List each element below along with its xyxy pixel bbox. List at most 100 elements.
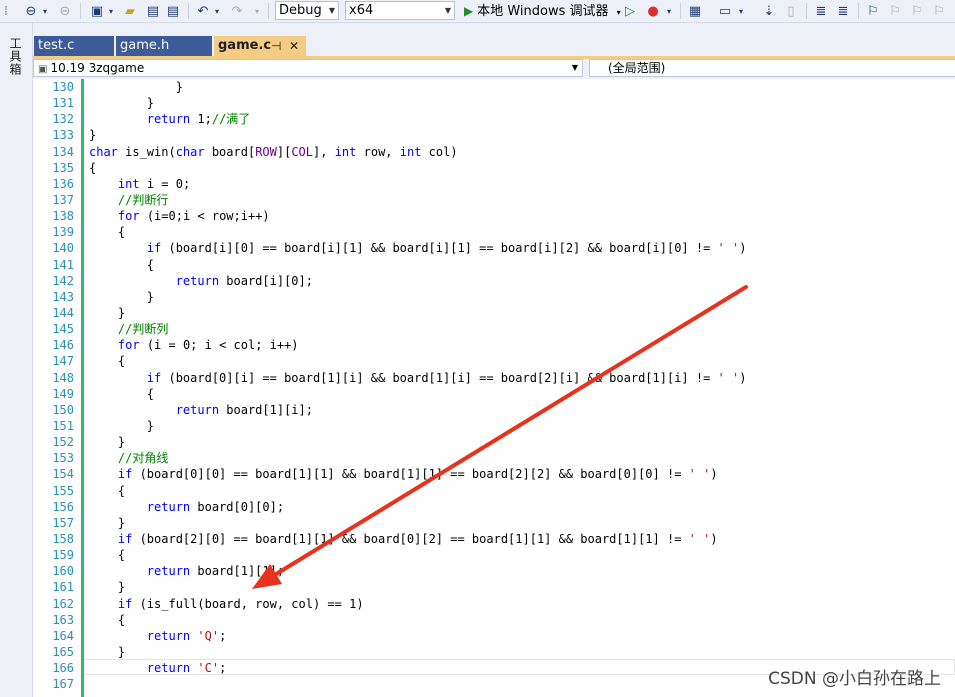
config-select[interactable]: Debug ▼ [275,1,339,20]
watermark: CSDN @小白孙在路上 [768,669,941,689]
undo-dropdown-icon[interactable]: ▾ [212,2,222,20]
redo-dropdown-icon[interactable]: ▾ [252,2,262,20]
code-line[interactable]: 161 } [33,579,955,595]
code-editor[interactable]: 130 } 131 } 132 return 1;//满了 133} 134 char i… [33,79,955,697]
disabled-tool-icon[interactable]: ▯ [782,2,800,20]
line-number: 134 [52,144,74,159]
line-number: 133 [52,128,74,143]
step-icon[interactable]: ⇣ [760,2,778,20]
code-line[interactable]: 137 //判断行 [33,192,955,208]
forward-icon[interactable]: ⊖ [56,2,74,20]
line-text: return board[1][i]; [175,402,313,417]
code-line[interactable]: 151 } [33,418,955,434]
code-line[interactable]: 157 } [33,515,955,531]
new-dropdown-icon[interactable]: ▾ [106,2,116,20]
uncomment-lines-icon[interactable]: ≣ [834,2,852,20]
code-line[interactable]: 140 if (board[i][0] == board[i][1] && bo… [33,240,955,256]
code-line[interactable]: 139 { [33,224,955,240]
project-select[interactable]: ▣ 10.19 3zqgame ▼ [33,59,583,77]
code-line[interactable]: 163 { [33,612,955,628]
save-all-icon[interactable]: ▤ [164,2,182,20]
line-text: } [89,580,126,595]
code-line[interactable]: 141 { [33,257,955,273]
window-layout-icon[interactable]: ▭ [716,2,734,20]
open-folder-icon[interactable]: ▰ [120,2,140,20]
clear-bookmarks-icon[interactable]: ⚐ [930,2,948,20]
code-line[interactable]: 150 return board[1][i]; [33,402,955,418]
scope-select[interactable]: (全局范围) [589,59,955,77]
line-text: if (board[0][0] == board[1][1] && board[… [117,467,718,482]
hot-reload-dropdown-icon[interactable]: ▾ [664,2,674,20]
line-text: if (board[2][0] == board[1][1] && board[… [117,531,718,546]
toolbox-tab[interactable]: 工具箱 [8,37,24,76]
back-icon[interactable]: ⊖ [22,2,40,20]
pin-icon[interactable]: ⊣ [271,36,281,56]
scope-value: (全局范围) [608,61,666,75]
prev-bookmark-icon[interactable]: ⚐ [886,2,904,20]
line-text: } [89,96,155,111]
main-toolbar: ⁞ ⊖ ▾ ⊖ ▣ ▾ ▰ ▤ ▤ ↶ ▾ ↷ ▾ Debug ▼ x64 ▼ ▶ 本… [0,0,955,23]
next-bookmark-icon[interactable]: ⚐ [908,2,926,20]
code-line[interactable]: 142 return board[i][0]; [33,273,955,289]
code-line[interactable]: 130 } [33,79,955,95]
code-line[interactable]: 159 { [33,547,955,563]
code-line[interactable]: 158 if (board[2][0] == board[1][1] && bo… [33,531,955,547]
start-without-debugging-icon[interactable]: ▷ [622,2,638,20]
code-line[interactable]: 132 return 1;//满了 [33,111,955,127]
code-lines: 130 } 131 } 132 return 1;//满了 133} 134 char i… [33,79,955,692]
navigation-bar: ▣ 10.19 3zqgame ▼ (全局范围) [33,59,955,78]
code-line[interactable]: 155 { [33,483,955,499]
code-line[interactable]: 152 } [33,434,955,450]
line-text: { [89,225,126,240]
code-line[interactable]: 165 } [33,644,955,660]
layout-dropdown-icon[interactable]: ▾ [736,2,746,20]
hot-reload-icon[interactable]: ● [644,2,662,20]
code-line[interactable]: 154 if (board[0][0] == board[1][1] && bo… [33,466,955,482]
code-line[interactable]: 148 if (board[0][i] == board[1][i] && bo… [33,370,955,386]
code-line[interactable]: 133} [33,127,955,143]
code-line[interactable]: 138 for (i=0;i < row;i++) [33,208,955,224]
back-dropdown-icon[interactable]: ▾ [40,2,50,20]
code-line[interactable]: 134 char is_win(char board[ROW][COL], int… [33,144,955,160]
tab-game-h[interactable]: game.h [116,36,212,56]
save-icon[interactable]: ▤ [144,2,162,20]
line-number: 142 [52,273,74,288]
code-line[interactable]: 135 { [33,160,955,176]
code-line[interactable]: 143 } [33,289,955,305]
line-text: } [89,435,126,450]
redo-icon[interactable]: ↷ [228,2,246,20]
bookmark-icon[interactable]: ⚐ [864,2,882,20]
start-debugging-button[interactable]: ▶ 本地 Windows 调试器 ▾ [464,2,621,20]
code-line[interactable]: 156 return board[0][0]; [33,499,955,515]
code-line[interactable]: 145 //判断列 [33,321,955,337]
browse-icon[interactable]: ▦ [686,2,704,20]
line-number: 136 [52,176,74,191]
code-line[interactable]: 162 if (is_full(board, row, col) == 1) [33,596,955,612]
new-project-icon[interactable]: ▣ [88,2,106,20]
line-text: return board[0][0]; [146,499,285,514]
code-line[interactable]: 146 for (i = 0; i < col; i++) [33,337,955,353]
code-line[interactable]: 153 //对角线 [33,450,955,466]
line-text: return board[i][0]; [175,273,313,288]
code-line[interactable]: 144 } [33,305,955,321]
line-number: 166 [52,661,74,676]
code-line[interactable]: 149 { [33,386,955,402]
close-icon[interactable]: ✕ [289,36,299,56]
comment-lines-icon[interactable]: ≣ [812,2,830,20]
line-text: } [89,289,155,304]
tab-game-c[interactable]: game.c ⊣ ✕ [214,36,306,56]
line-number: 131 [52,96,74,111]
code-line[interactable]: 136 int i = 0; [33,176,955,192]
chevron-down-icon: ▼ [444,6,451,15]
tab-test-c[interactable]: test.c [34,36,114,56]
platform-select[interactable]: x64 ▼ [345,1,455,20]
undo-icon[interactable]: ↶ [194,2,212,20]
line-text: { [89,548,126,563]
line-number: 167 [52,677,74,692]
code-line[interactable]: 147 { [33,353,955,369]
code-line[interactable]: 164 return 'Q'; [33,628,955,644]
code-line[interactable]: 131 } [33,95,955,111]
code-line[interactable]: 160 return board[1][1]; [33,563,955,579]
toolbar-grip-icon: ⁞ [3,3,9,19]
config-value: Debug [279,3,322,18]
